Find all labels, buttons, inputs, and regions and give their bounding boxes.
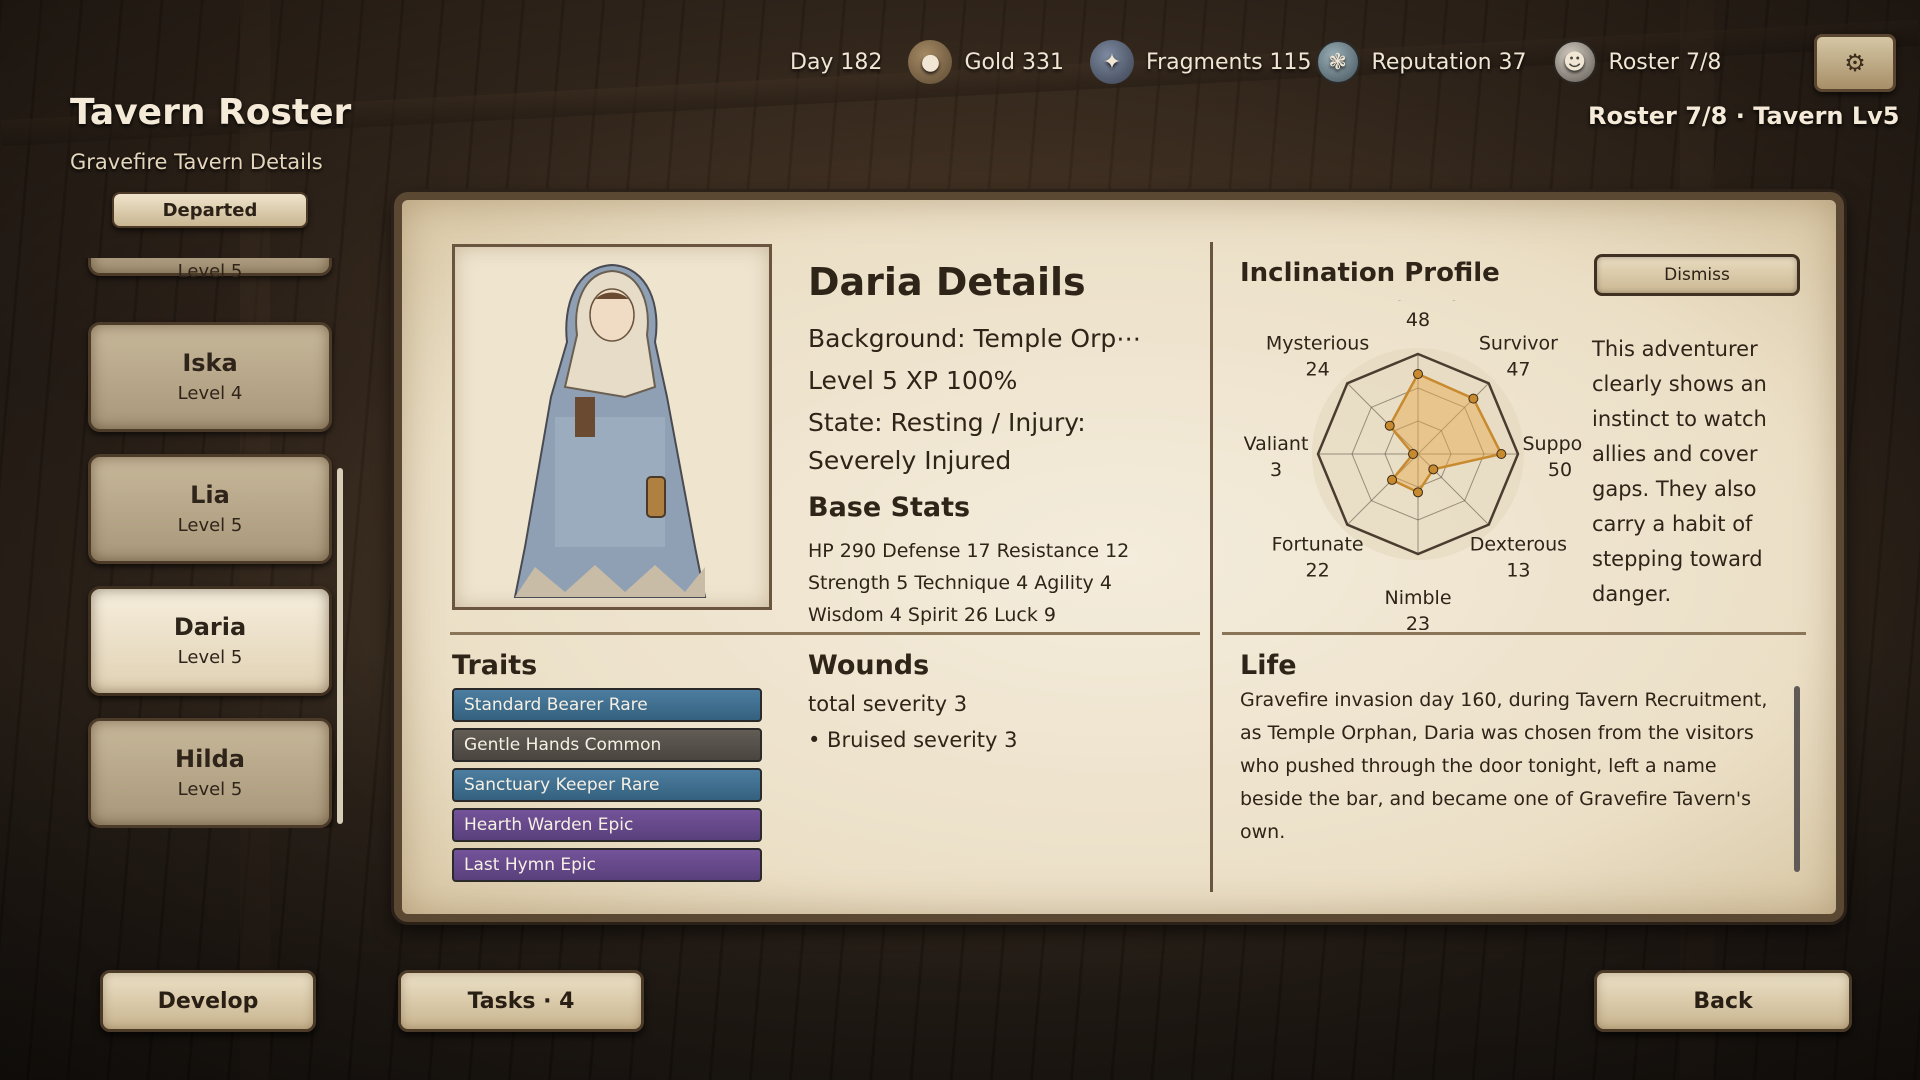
hero-portrait xyxy=(452,244,772,610)
panel-divider xyxy=(450,632,1200,635)
roster-summary: Roster 7/8 · Tavern Lv5 xyxy=(1588,102,1900,130)
panel-divider xyxy=(1210,242,1213,892)
gold-counter: ● Gold 331 xyxy=(908,40,1064,84)
inclination-radar-chart: Frontline 48 Survivor 47 Support 50 Dexterous 1… xyxy=(1244,300,1584,630)
radar-data-point xyxy=(1428,464,1439,475)
roster-list[interactable]: Level 5 Iska Level 4 Lia Level 5 Daria L… xyxy=(78,258,342,828)
radar-data-point xyxy=(1413,487,1423,498)
roster-item-iska[interactable]: Iska Level 4 xyxy=(88,322,332,432)
radar-category-label: Survivor xyxy=(1479,333,1558,355)
page-subtitle: Gravefire Tavern Details xyxy=(70,150,323,174)
fragments-counter: ✦ Fragments 115 xyxy=(1090,40,1312,84)
day-counter: Day 182 xyxy=(790,49,883,75)
radar-value-label: 3 xyxy=(1270,459,1282,481)
radar-category-label: Nimble xyxy=(1384,587,1451,609)
trait-badge[interactable]: Sanctuary Keeper Rare xyxy=(452,768,762,802)
radar-category-label: Support xyxy=(1522,433,1584,455)
radar-category-label: Fortunate xyxy=(1272,533,1364,555)
roster-item-hilda[interactable]: Hilda Level 5 xyxy=(88,718,332,828)
inclination-description: This adventurer clearly shows an instinc… xyxy=(1592,337,1767,606)
base-stats-title: Base Stats xyxy=(808,492,971,523)
radar-value-label: 50 xyxy=(1548,459,1572,481)
radar-value-label: 48 xyxy=(1406,309,1430,331)
reputation-emblem-icon: ❃ xyxy=(1315,40,1360,84)
wounds-title: Wounds xyxy=(808,650,930,681)
departed-filter-button[interactable]: Departed xyxy=(112,192,308,228)
wounds-total: total severity 3 xyxy=(808,692,968,716)
trait-badge[interactable]: Gentle Hands Common xyxy=(452,728,762,762)
radar-category-label: Dexterous xyxy=(1470,533,1567,555)
roster-item-partial[interactable]: Level 5 xyxy=(88,258,332,282)
hero-portrait-icon: ☻ xyxy=(1552,40,1597,84)
gear-icon: ⚙ xyxy=(1844,49,1866,77)
roster-item-daria[interactable]: Daria Level 5 xyxy=(88,586,332,696)
radar-data-point xyxy=(1496,449,1507,459)
hero-name-heading: Daria Details xyxy=(808,260,1086,304)
radar-value-label: 47 xyxy=(1506,359,1530,381)
radar-data-point xyxy=(1413,369,1423,379)
gold-sack-icon: ● xyxy=(908,40,953,84)
inclination-title: Inclination Profile xyxy=(1240,258,1500,288)
roster-counter: ☻ Roster 7/8 xyxy=(1552,40,1721,84)
radar-category-label: Valiant xyxy=(1244,433,1309,455)
trait-badge[interactable]: Standard Bearer Rare xyxy=(452,688,762,722)
roster-item-lia[interactable]: Lia Level 5 xyxy=(88,454,332,564)
life-scrollbar[interactable] xyxy=(1794,686,1800,872)
hero-portrait-illustration xyxy=(513,263,707,598)
radar-data-point xyxy=(1468,393,1479,404)
radar-category-label: Frontline xyxy=(1377,300,1459,305)
radar-value-label: 13 xyxy=(1506,559,1530,581)
hero-level-xp: Level 5 XP 100% xyxy=(808,366,1018,395)
page-title: Tavern Roster xyxy=(70,92,352,133)
back-button[interactable]: Back xyxy=(1594,970,1852,1032)
dismiss-button[interactable]: Dismiss xyxy=(1594,254,1800,296)
radar-data-point xyxy=(1387,474,1398,485)
stats-row: Wisdom 4 Spirit 26 Luck 9 xyxy=(808,604,1056,626)
reputation-counter: ❃ Reputation 37 xyxy=(1315,40,1527,84)
roster-scrollbar[interactable] xyxy=(337,468,343,824)
radar-data-point xyxy=(1408,449,1418,459)
life-text: Gravefire invasion day 160, during Taver… xyxy=(1240,689,1768,843)
radar-value-label: 22 xyxy=(1305,559,1329,581)
hero-background: Background: Temple Orp⋯ xyxy=(808,324,1142,353)
radar-data-point xyxy=(1384,420,1395,431)
trait-badge[interactable]: Last Hymn Epic xyxy=(452,848,762,882)
traits-title: Traits xyxy=(452,650,538,681)
trait-badge[interactable]: Hearth Warden Epic xyxy=(452,808,762,842)
hero-injury: Severely Injured xyxy=(808,446,1012,475)
resource-bar: Day 182 ● Gold 331 ✦ Fragments 115 ❃ Rep… xyxy=(790,40,1721,84)
stats-row: HP 290 Defense 17 Resistance 12 xyxy=(808,540,1130,562)
develop-button[interactable]: Develop xyxy=(100,970,316,1032)
radar-value-label: 23 xyxy=(1406,613,1430,630)
fragment-crystal-icon: ✦ xyxy=(1090,40,1135,84)
radar-value-label: 24 xyxy=(1305,359,1329,381)
tasks-button[interactable]: Tasks · 4 xyxy=(398,970,644,1032)
radar-category-label: Mysterious xyxy=(1266,333,1369,355)
life-title: Life xyxy=(1240,650,1297,681)
hero-details-panel: Daria Details Background: Temple Orp⋯ Le… xyxy=(394,192,1844,922)
wound-item: • Bruised severity 3 xyxy=(808,728,1018,752)
panel-divider xyxy=(1222,632,1806,635)
stats-row: Strength 5 Technique 4 Agility 4 xyxy=(808,572,1112,594)
settings-button[interactable]: ⚙ xyxy=(1814,34,1896,92)
hero-state: State: Resting / Injury: xyxy=(808,408,1086,437)
